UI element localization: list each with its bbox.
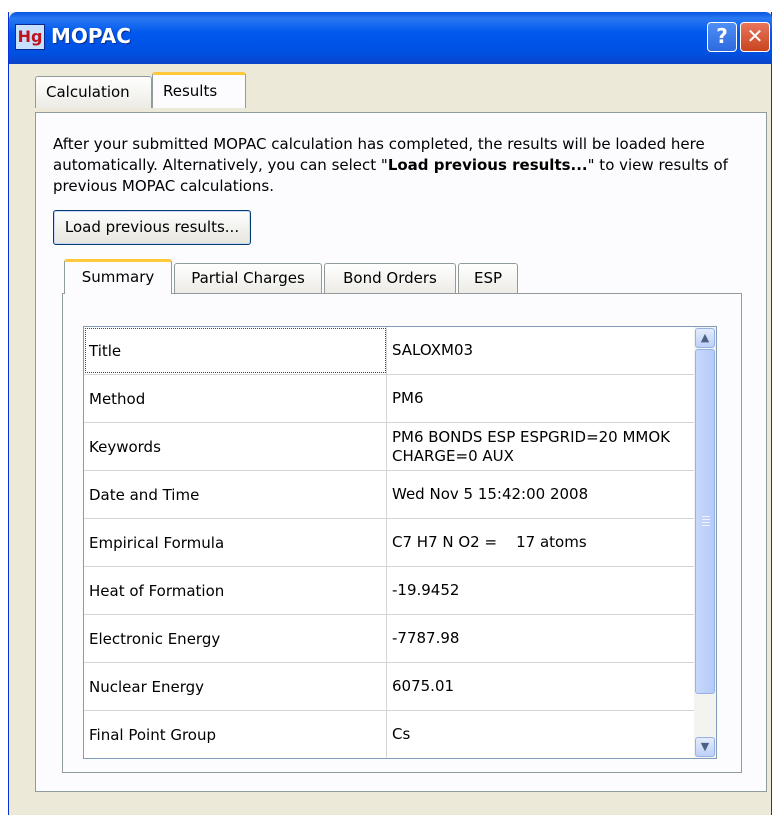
scroll-thumb[interactable] [695,349,715,694]
summary-value[interactable]: PM6 [387,375,694,422]
summary-value[interactable]: Cs [387,711,694,758]
close-button[interactable]: ✕ [740,22,770,52]
summary-key[interactable]: Method [84,375,387,422]
results-panel: After your submitted MOPAC calculation h… [35,112,767,792]
summary-key[interactable]: Keywords [84,423,387,470]
table-row[interactable]: Heat of Formation -19.9452 [84,567,694,615]
table-row[interactable]: Empirical Formula C7 H7 N O2 = 17 atoms [84,519,694,567]
grip-icon [702,516,710,526]
summary-key[interactable]: Date and Time [84,471,387,518]
load-previous-results-button[interactable]: Load previous results... [53,210,251,245]
tab-calculation[interactable]: Calculation [35,76,152,108]
tab-results[interactable]: Results [152,72,246,108]
summary-key[interactable]: Nuclear Energy [84,663,387,710]
summary-grid[interactable]: Title SALOXM03 Method PM6 Keywords PM6 B… [83,326,717,759]
summary-key[interactable]: Title [84,327,387,374]
summary-value[interactable]: C7 H7 N O2 = 17 atoms [387,519,694,566]
summary-key[interactable]: Final Point Group [84,711,387,758]
window-title: MOPAC [51,24,131,48]
tab-esp[interactable]: ESP [458,263,518,293]
table-row[interactable]: Date and Time Wed Nov 5 15:42:00 2008 [84,471,694,519]
summary-key[interactable]: Empirical Formula [84,519,387,566]
summary-panel: Title SALOXM03 Method PM6 Keywords PM6 B… [62,293,742,773]
summary-value[interactable]: SALOXM03 [387,327,694,374]
scroll-down-icon[interactable]: ▼ [695,737,715,757]
summary-value[interactable]: -19.9452 [387,567,694,614]
table-row[interactable]: Final Point Group Cs [84,711,694,758]
help-button[interactable]: ? [707,22,737,52]
mopac-window: Hg MOPAC ? ✕ Calculation Results After y… [8,12,772,815]
summary-value[interactable]: -7787.98 [387,615,694,662]
description-bold: Load previous results... [387,156,588,174]
table-row[interactable]: Keywords PM6 BONDS ESP ESPGRID=20 MMOK C… [84,423,694,471]
tab-partial-charges[interactable]: Partial Charges [174,263,322,293]
summary-value[interactable]: PM6 BONDS ESP ESPGRID=20 MMOK CHARGE=0 A… [387,423,694,470]
table-row[interactable]: Nuclear Energy 6075.01 [84,663,694,711]
summary-value[interactable]: Wed Nov 5 15:42:00 2008 [387,471,694,518]
summary-key[interactable]: Electronic Energy [84,615,387,662]
results-description: After your submitted MOPAC calculation h… [53,134,743,197]
scroll-up-icon[interactable]: ▲ [695,328,715,348]
tab-summary[interactable]: Summary [64,259,172,294]
vertical-scrollbar[interactable]: ▲ ▼ [694,327,716,758]
title-bar[interactable]: Hg MOPAC ? ✕ [9,12,772,64]
tab-bond-orders[interactable]: Bond Orders [324,263,456,293]
summary-value[interactable]: 6075.01 [387,663,694,710]
table-row[interactable]: Electronic Energy -7787.98 [84,615,694,663]
table-row[interactable]: Method PM6 [84,375,694,423]
app-icon: Hg [15,24,45,50]
table-row[interactable]: Title SALOXM03 [84,327,694,375]
summary-key[interactable]: Heat of Formation [84,567,387,614]
